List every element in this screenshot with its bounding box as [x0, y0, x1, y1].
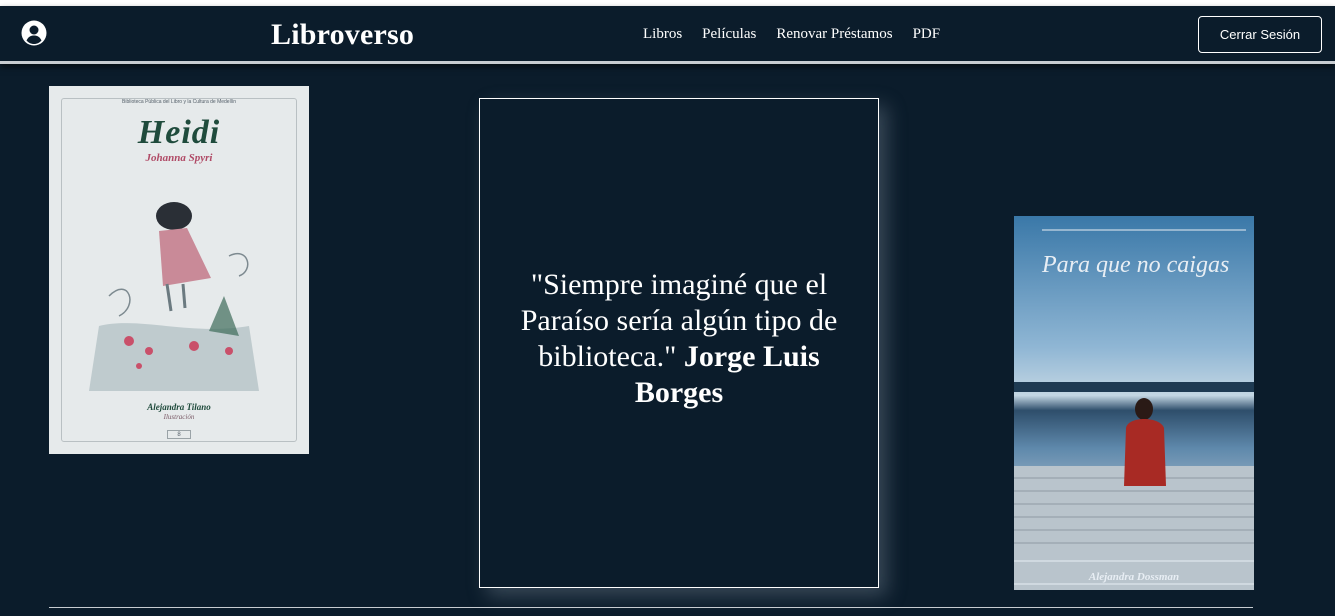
cover-illustrator-role: Ilustración: [163, 413, 195, 421]
cover-title: Heidi: [137, 114, 221, 151]
quote: "Siempre imaginé que el Paraíso sería al…: [508, 267, 850, 411]
cover-illustration: [89, 202, 259, 391]
cover-publisher-header: Biblioteca Pública del Libro y la Cultur…: [122, 99, 236, 105]
quote-card: "Siempre imaginé que el Paraíso sería al…: [479, 98, 879, 588]
cover-title: Para que no caigas: [1042, 252, 1230, 278]
nav-link-pdf[interactable]: PDF: [913, 26, 941, 43]
logout-button[interactable]: Cerrar Sesión: [1198, 16, 1322, 53]
main-nav: Libros Películas Renovar Préstamos PDF: [643, 26, 960, 43]
cover-author: Johanna Spyri: [145, 152, 213, 164]
brand-logo-text[interactable]: Libroverso: [271, 18, 414, 52]
cover-illustrator: Alejandra Tilano: [147, 402, 211, 412]
nav-link-renovar-prestamos[interactable]: Renovar Préstamos: [776, 26, 892, 43]
account-circle-icon[interactable]: [21, 20, 47, 46]
book-cover-heidi[interactable]: Biblioteca Pública del Libro y la Cultur…: [49, 86, 309, 454]
navbar: Libroverso Libros Películas Renovar Prés…: [0, 6, 1335, 64]
nav-link-libros[interactable]: Libros: [643, 26, 682, 43]
cover-author: Alejandra Dossman: [1088, 571, 1180, 583]
cover-badge: 8: [167, 430, 191, 439]
nav-link-peliculas[interactable]: Películas: [702, 26, 756, 43]
section-divider: [49, 607, 1253, 608]
book-cover-para-que-no-caigas[interactable]: Para que no caigas Alejandra Dossman: [1014, 216, 1254, 590]
